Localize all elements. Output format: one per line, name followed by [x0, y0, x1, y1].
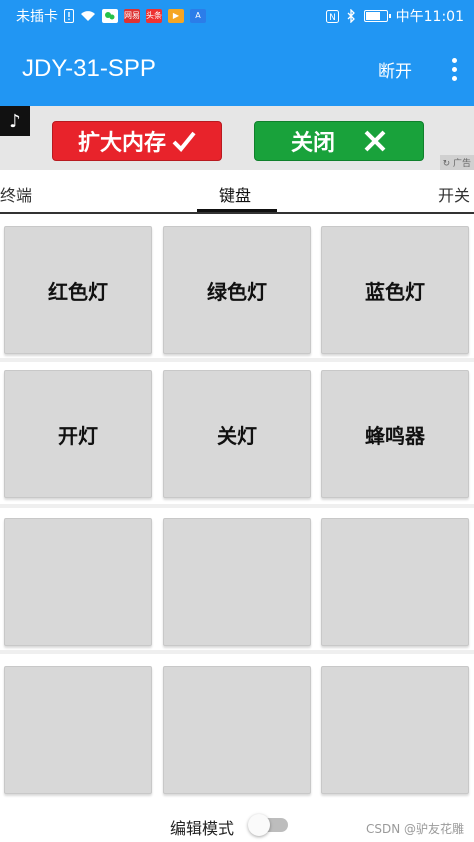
more-options-icon[interactable] [446, 57, 462, 81]
tab-keyboard[interactable]: 键盘 [219, 182, 251, 206]
wechat-icon [102, 9, 118, 23]
key-empty[interactable] [4, 518, 152, 646]
key-empty[interactable] [4, 666, 152, 794]
key-empty[interactable] [321, 666, 469, 794]
toutiao-icon: 头条 [146, 9, 162, 23]
ad-close-button[interactable]: 关闭 [254, 121, 424, 161]
tab-terminal[interactable]: 终端 [0, 182, 32, 206]
key-light-on[interactable]: 开灯 [4, 370, 152, 498]
watermark: CSDN @驴友花雕 [365, 822, 464, 836]
key-blue-light[interactable]: 蓝色灯 [321, 226, 469, 354]
netease-news-icon: 网易 [124, 9, 140, 23]
key-light-off[interactable]: 关灯 [163, 370, 311, 498]
x-mark-icon [364, 130, 386, 152]
ad-tag-label: 广告 [452, 159, 471, 169]
disconnect-button[interactable]: 断开 [378, 57, 412, 82]
row-divider [0, 650, 474, 654]
carrier-text: 未插卡 [16, 9, 58, 25]
clock-text: 中午11:01 [395, 9, 464, 25]
edit-mode-label: 编辑模式 [170, 819, 235, 838]
battery-level [365, 12, 380, 20]
ad-tag[interactable]: ↻ 广告 [439, 155, 474, 170]
tab-indicator [197, 209, 277, 212]
ad-close-label: 关闭 [290, 131, 335, 156]
ad-banner[interactable]: ♪ 扩大内存 关闭 ↻ 广告 [0, 106, 474, 170]
ad-expand-label: 扩大内存 [77, 131, 166, 156]
ad-expand-button[interactable]: 扩大内存 [52, 121, 222, 161]
status-right: N 中午11:01 [325, 6, 464, 26]
key-empty[interactable] [163, 666, 311, 794]
row-divider [0, 358, 474, 362]
appstore-icon: A [190, 9, 206, 23]
refresh-icon: ↻ [442, 159, 451, 169]
battery-icon [363, 10, 391, 22]
status-left: 未插卡 网易 头条 ▶ A [16, 6, 206, 26]
wifi-icon [80, 10, 96, 22]
toggle-knob [248, 814, 270, 836]
sim-warning-icon [64, 9, 74, 23]
tab-switch[interactable]: 开关 [438, 182, 470, 206]
tiktok-logo-icon: ♪ [0, 106, 30, 136]
key-green-light[interactable]: 绿色灯 [163, 226, 311, 354]
key-empty[interactable] [321, 518, 469, 646]
bluetooth-icon [347, 9, 356, 23]
edit-mode-toggle[interactable] [248, 813, 290, 836]
tab-bar: 终端 键盘 开关 [0, 170, 474, 214]
video-icon: ▶ [168, 9, 184, 23]
nfc-icon: N [325, 9, 339, 23]
app-title: JDY-31-SPP [22, 55, 156, 82]
bottom-bar: 编辑模式 CSDN @驴友花雕 [0, 806, 474, 842]
checkmark-icon [172, 131, 196, 152]
app-bar: JDY-31-SPP 断开 [0, 32, 474, 106]
row-divider [0, 504, 474, 508]
status-bar: 未插卡 网易 头条 ▶ A N 中午11:01 [0, 0, 474, 32]
key-empty[interactable] [163, 518, 311, 646]
keyboard-grid: 红色灯 绿色灯 蓝色灯 开灯 关灯 蜂鸣器 [0, 216, 474, 806]
svg-text:N: N [329, 13, 336, 23]
key-red-light[interactable]: 红色灯 [4, 226, 152, 354]
key-buzzer[interactable]: 蜂鸣器 [321, 370, 469, 498]
